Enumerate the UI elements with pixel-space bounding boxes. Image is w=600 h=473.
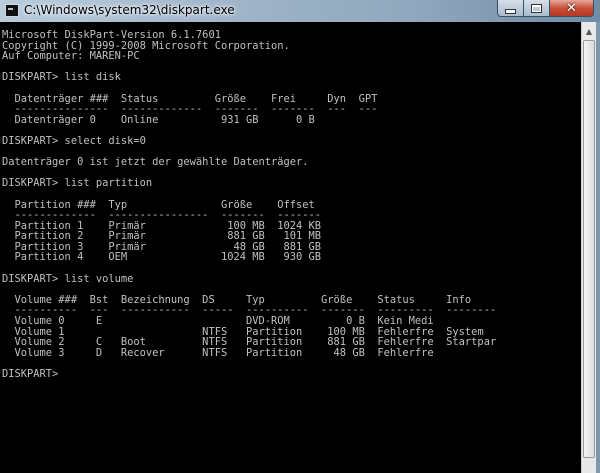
console-output-area[interactable]: Microsoft DiskPart-Version 6.1.7601 Copy… <box>0 22 581 473</box>
minimize-button[interactable] <box>497 0 524 17</box>
console-line: DISKPART> list disk <box>2 71 121 84</box>
maximize-button[interactable] <box>524 0 550 17</box>
scroll-up-arrow-icon[interactable]: ▲ <box>582 23 596 39</box>
console-line: Datenträger 0 Online 931 GB 0 B <box>2 113 315 126</box>
window-title: C:\Windows\system32\diskpart.exe <box>24 3 235 17</box>
console-text: Microsoft DiskPart-Version 6.1.7601 Copy… <box>0 22 581 380</box>
console-line: Datenträger 0 ist jetzt der gewählte Dat… <box>2 156 309 169</box>
close-icon: ✕ <box>566 0 577 16</box>
vertical-scrollbar[interactable]: ▲ <box>581 22 596 473</box>
scroll-thumb[interactable] <box>583 40 595 458</box>
minimize-icon <box>505 8 516 14</box>
console-line: Partition 4 OEM 1024 MB 930 GB <box>2 251 322 264</box>
window-controls: ✕ <box>497 0 594 18</box>
console-window: C:\Windows\system32\diskpart.exe ✕ Micro… <box>0 0 600 473</box>
console-line: DISKPART> select disk=0 <box>2 134 146 147</box>
console-line: DISKPART> list partition <box>2 177 153 190</box>
console-line: Auf Computer: MAREN-PC <box>2 50 140 63</box>
console-app-icon[interactable] <box>5 4 19 17</box>
maximize-icon <box>531 3 542 13</box>
console-line: Volume 3 D Recover NTFS Partition 48 GB … <box>2 346 434 359</box>
console-line: DISKPART> <box>2 368 65 380</box>
console-line: DISKPART> list volume <box>2 272 134 285</box>
title-bar[interactable]: C:\Windows\system32\diskpart.exe ✕ <box>0 0 600 22</box>
window-frame-right <box>596 22 600 473</box>
close-button[interactable]: ✕ <box>550 0 594 17</box>
